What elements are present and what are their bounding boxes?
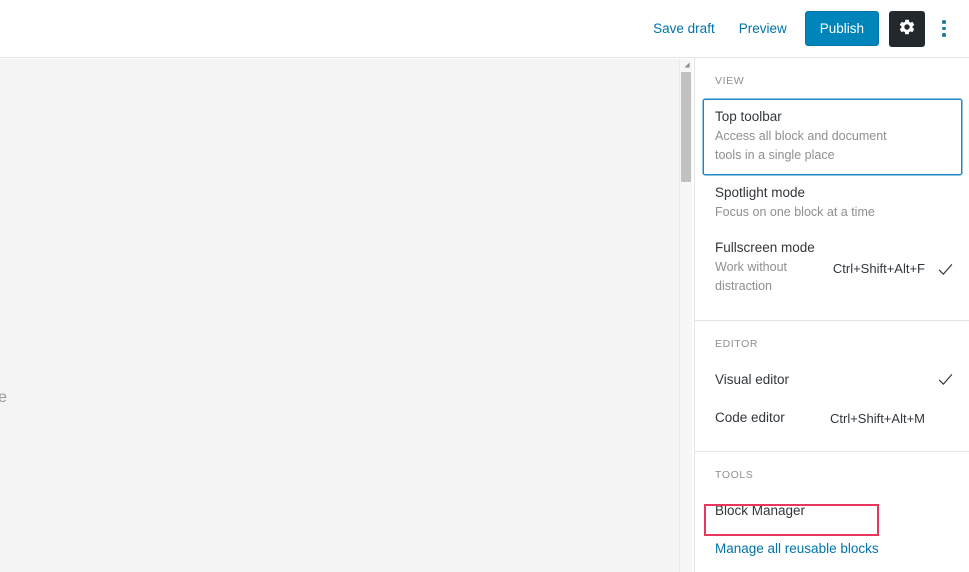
menu-item-subtitle: Focus on one block at a time — [715, 205, 875, 219]
options-dropdown-panel: VIEW Top toolbar Access all block and do… — [694, 58, 969, 572]
panel-section-view: VIEW Top toolbar Access all block and do… — [695, 58, 969, 306]
editor-window: Save draft Preview Publish orrow anyway?… — [0, 0, 969, 572]
menu-item-texts: Spotlight mode Focus on one block at a t… — [715, 183, 925, 222]
menu-item-right: Ctrl+Shift+Alt+M — [830, 408, 955, 429]
menu-item-shortcut: Ctrl+Shift+Alt+M — [829, 411, 925, 426]
menu-item-texts: Fullscreen mode Work without distraction — [715, 238, 833, 296]
menu-item-shortcut: Ctrl+Shift+Alt+F — [832, 261, 925, 276]
menu-item-title: Manage all reusable blocks — [715, 541, 879, 556]
menu-item-top-toolbar[interactable]: Top toolbar Access all block and documen… — [703, 99, 962, 175]
section-label-view: VIEW — [715, 75, 745, 87]
menu-item-title: Top toolbar — [715, 109, 782, 124]
menu-item-texts: Code editor — [715, 408, 830, 428]
menu-item-texts: Manage all reusable blocks — [715, 539, 925, 559]
save-draft-button[interactable]: Save draft — [641, 14, 727, 44]
kebab-dot — [942, 26, 946, 31]
menu-item-right — [925, 370, 955, 388]
menu-item-right: Ctrl+Shift+Alt+F — [833, 238, 955, 279]
settings-button[interactable] — [889, 10, 925, 47]
vertical-scrollbar[interactable] — [679, 59, 692, 572]
panel-section-tools: TOOLS Block Manager Manage all reusable … — [695, 452, 969, 572]
editor-canvas[interactable]: orrow anyway? low akes our brand. We don… — [0, 59, 680, 572]
section-label-editor: EDITOR — [715, 338, 759, 350]
menu-item-right — [921, 107, 951, 125]
editor-header-toolbar: Save draft Preview Publish — [0, 0, 969, 58]
menu-item-subtitle: Access all block and document tools in a… — [715, 129, 887, 162]
paragraph-block[interactable]: orrow anyway? low akes our brand. We don… — [0, 154, 412, 231]
menu-item-title: Fullscreen mode — [715, 240, 815, 255]
menu-item-subtitle: Work without distraction — [715, 260, 788, 293]
menu-item-title: Visual editor — [715, 372, 790, 387]
menu-item-texts: Visual editor — [715, 370, 925, 390]
menu-item-keyboard-shortcuts[interactable]: Keyboard shortcuts Shift+Alt+H — [695, 567, 969, 572]
document-content[interactable]: orrow anyway? low akes our brand. We don… — [0, 154, 412, 437]
menu-item-right — [925, 183, 955, 201]
more-options-button[interactable] — [927, 11, 961, 47]
menu-item-title: Code editor — [715, 410, 785, 425]
menu-item-texts: Block Manager — [715, 501, 925, 521]
menu-item-manage-reusable-blocks[interactable]: Manage all reusable blocks — [695, 529, 969, 567]
kebab-dot — [942, 33, 946, 37]
paragraph-block[interactable]: to get all stakeholders up to ve mindful… — [0, 257, 412, 308]
panel-section-editor: EDITOR Visual editor Code editor Ctrl+Sh… — [695, 321, 969, 437]
preview-button[interactable]: Preview — [727, 14, 799, 44]
menu-item-right — [925, 539, 955, 557]
menu-item-code-editor[interactable]: Code editor Ctrl+Shift+Alt+M — [695, 398, 969, 437]
menu-item-texts: Top toolbar Access all block and documen… — [715, 107, 921, 165]
menu-item-title: Block Manager — [715, 503, 806, 518]
gear-icon — [898, 18, 916, 39]
scroll-up-arrow-icon[interactable] — [680, 59, 692, 71]
kebab-menu-icon — [942, 20, 946, 24]
paragraph-block[interactable]: roughput time to open the les based on d… — [0, 334, 412, 411]
checkmark-icon — [935, 371, 955, 388]
vertical-scroll-thumb[interactable] — [681, 72, 691, 182]
header-actions: Save draft Preview Publish — [641, 0, 969, 57]
menu-item-title: Spotlight mode — [715, 185, 806, 200]
menu-item-visual-editor[interactable]: Visual editor — [695, 362, 969, 398]
menu-item-block-manager[interactable]: Block Manager — [695, 493, 969, 529]
menu-item-spotlight-mode[interactable]: Spotlight mode Focus on one block at a t… — [695, 175, 969, 228]
section-label-tools: TOOLS — [715, 469, 754, 481]
menu-item-right — [925, 501, 955, 519]
checkmark-icon — [935, 261, 955, 278]
publish-button[interactable]: Publish — [804, 10, 879, 47]
menu-item-fullscreen-mode[interactable]: Fullscreen mode Work without distraction… — [695, 228, 969, 306]
